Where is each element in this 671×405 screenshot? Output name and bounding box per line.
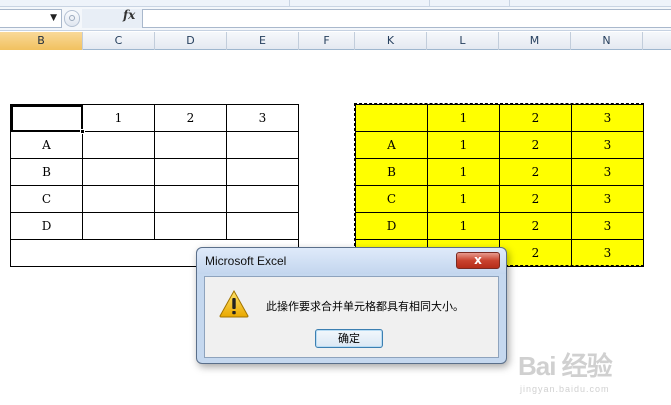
table-cell[interactable]: B [355, 158, 428, 186]
table-cell[interactable]: D [355, 212, 428, 240]
table-row: C [10, 185, 299, 213]
table-cell[interactable] [154, 212, 227, 240]
table-cell[interactable] [226, 212, 299, 240]
table-cell[interactable]: 3 [571, 104, 644, 132]
splitter-dot-icon [69, 15, 75, 21]
table-cell[interactable] [226, 158, 299, 186]
table-cell[interactable]: 2 [154, 104, 227, 132]
column-header-f[interactable]: F [299, 32, 355, 50]
table-cell[interactable]: 3 [226, 104, 299, 132]
table-cell[interactable] [226, 185, 299, 213]
excel-window: ▼ fx B C D E F K L M N 1 2 3 A B C D 1 2… [0, 0, 671, 405]
column-header-b[interactable]: B [0, 32, 83, 50]
table-cell[interactable] [154, 158, 227, 186]
table-row: D [10, 212, 299, 240]
table-cell[interactable]: 2 [499, 185, 572, 213]
table-cell[interactable] [82, 212, 155, 240]
column-headers: B C D E F K L M N [0, 32, 671, 50]
table-row: D 1 2 3 [355, 212, 644, 240]
ok-button[interactable]: 确定 [315, 329, 383, 348]
table-row: 1 2 3 [10, 104, 299, 132]
table-cell[interactable]: 1 [427, 104, 500, 132]
formula-bar-splitter[interactable] [64, 10, 80, 27]
table-row: A [10, 131, 299, 159]
table-row: A 1 2 3 [355, 131, 644, 159]
table-row: B [10, 158, 299, 186]
table-cell[interactable]: 2 [499, 212, 572, 240]
table-cell[interactable] [154, 185, 227, 213]
column-header-m[interactable]: M [499, 32, 571, 50]
warning-icon [219, 290, 249, 318]
table-cell[interactable]: 3 [571, 131, 644, 159]
table-cell[interactable]: D [10, 212, 83, 240]
ribbon-edge [0, 0, 671, 7]
table-cell[interactable]: 2 [499, 158, 572, 186]
dialog-titlebar[interactable]: Microsoft Excel x [197, 248, 506, 274]
column-header-next[interactable] [643, 32, 671, 50]
name-box[interactable]: ▼ [0, 9, 62, 28]
close-button[interactable]: x [456, 252, 500, 269]
table-row: C 1 2 3 [355, 185, 644, 213]
table-cell[interactable] [82, 185, 155, 213]
alert-dialog: Microsoft Excel x 此操作要求合并单元格都具有相同大小。 确定 [196, 247, 507, 364]
watermark-url: jingyan.baidu.com [520, 384, 610, 394]
table-cell[interactable]: 2 [499, 131, 572, 159]
table-cell[interactable] [154, 131, 227, 159]
table-cell[interactable]: 1 [427, 212, 500, 240]
table-cell[interactable] [226, 131, 299, 159]
column-header-c[interactable]: C [83, 32, 155, 50]
column-header-k[interactable]: K [355, 32, 427, 50]
dialog-body: 此操作要求合并单元格都具有相同大小。 确定 [204, 276, 499, 358]
table-cell[interactable]: 3 [571, 185, 644, 213]
table-cell[interactable]: 1 [427, 158, 500, 186]
table-cell[interactable]: 1 [427, 185, 500, 213]
close-icon: x [474, 253, 482, 267]
table-cell[interactable]: 2 [499, 239, 572, 267]
column-header-l[interactable]: L [427, 32, 499, 50]
dialog-title: Microsoft Excel [205, 254, 287, 268]
chevron-down-icon[interactable]: ▼ [50, 13, 57, 23]
table-cell[interactable]: 2 [499, 104, 572, 132]
table-row: B 1 2 3 [355, 158, 644, 186]
formula-bar: ▼ fx [0, 7, 671, 31]
column-header-n[interactable]: N [571, 32, 643, 50]
fill-handle[interactable] [80, 129, 85, 134]
table-cell[interactable]: A [10, 131, 83, 159]
dialog-message: 此操作要求合并单元格都具有相同大小。 [266, 300, 464, 313]
table-cell[interactable]: 1 [82, 104, 155, 132]
watermark: Bai 经验 jingyan.baidu.com [518, 346, 668, 401]
table-cell[interactable]: A [355, 131, 428, 159]
table-cell[interactable] [82, 131, 155, 159]
ribbon-segment [0, 0, 290, 7]
table-cell[interactable]: 3 [571, 212, 644, 240]
table-cell[interactable]: B [10, 158, 83, 186]
left-table: 1 2 3 A B C D [10, 104, 299, 267]
table-cell-selected[interactable] [10, 104, 83, 132]
watermark-logo: Bai 经验 [518, 351, 613, 381]
ribbon-segment [290, 0, 430, 7]
column-header-d[interactable]: D [155, 32, 227, 50]
table-cell[interactable]: 1 [427, 131, 500, 159]
ribbon-segment [430, 0, 510, 7]
table-cell[interactable]: C [355, 185, 428, 213]
table-row: 1 2 3 [355, 104, 644, 132]
insert-function-button[interactable]: fx [123, 8, 135, 22]
table-cell[interactable] [355, 104, 428, 132]
formula-input[interactable] [142, 9, 671, 28]
table-cell[interactable]: 3 [571, 239, 644, 267]
table-cell[interactable]: 3 [571, 158, 644, 186]
table-cell[interactable] [82, 158, 155, 186]
column-header-e[interactable]: E [227, 32, 299, 50]
table-cell[interactable]: C [10, 185, 83, 213]
right-table: 1 2 3 A 1 2 3 B 1 2 3 C 1 2 3 D 1 2 3 2 … [355, 104, 644, 267]
